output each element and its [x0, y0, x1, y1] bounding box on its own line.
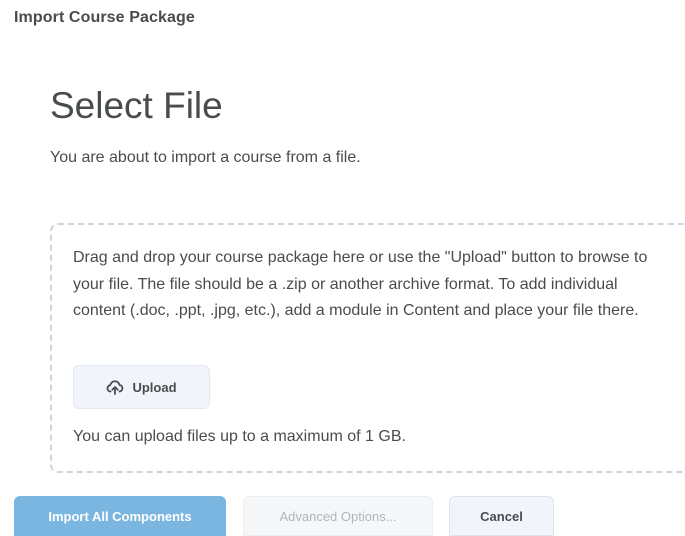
upload-cloud-icon — [106, 378, 124, 396]
header-title: Import Course Package — [14, 9, 195, 26]
import-all-components-button[interactable]: Import All Components — [14, 496, 226, 536]
intro-text: You are about to import a course from a … — [50, 149, 361, 166]
upload-button-label: Upload — [132, 379, 177, 395]
import-course-page: Import Course Package Select File You ar… — [0, 0, 685, 536]
page-title: Select File — [50, 85, 223, 126]
upload-button[interactable]: Upload — [73, 365, 210, 409]
cancel-button[interactable]: Cancel — [449, 496, 554, 536]
advanced-options-button[interactable]: Advanced Options... — [243, 496, 433, 536]
advanced-options-label: Advanced Options... — [279, 508, 397, 524]
upload-limit-text: You can upload files up to a maximum of … — [73, 428, 406, 445]
import-all-components-label: Import All Components — [48, 508, 192, 524]
cancel-label: Cancel — [480, 508, 523, 524]
dropzone-instructions: Drag and drop your course package here o… — [73, 249, 648, 319]
